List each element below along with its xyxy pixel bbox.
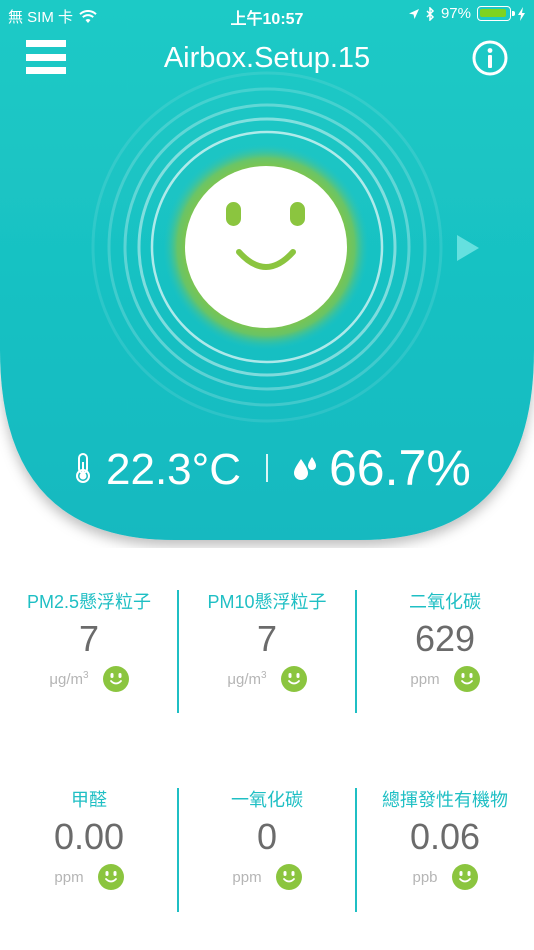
good-status-smiley-icon — [275, 864, 302, 890]
metric-value: 0 — [256, 816, 278, 857]
good-status-smiley-icon — [453, 666, 480, 692]
metric-co[interactable]: 一氧化碳 0 ppm — [178, 788, 356, 890]
metric-co2[interactable]: 二氧化碳 629 ppm — [356, 590, 534, 692]
good-status-smiley-icon — [97, 864, 124, 890]
hero-panel: 無 SIM 卡 上午10:57 97% Airbox.Setup.15 22.3… — [0, 0, 534, 548]
battery-icon — [477, 6, 515, 21]
battery-level — [480, 9, 507, 17]
metric-label: 一氧化碳 — [231, 790, 303, 810]
location-arrow-icon — [408, 8, 419, 19]
thermometer-icon — [76, 453, 90, 483]
metric-value: 629 — [414, 618, 476, 659]
metrics-grid: PM2.5懸浮粒子 7 μg/m3 PM10懸浮粒子 7 μg/m3 二氧化碳 … — [0, 580, 534, 950]
metric-label: PM10懸浮粒子 — [207, 592, 327, 612]
metric-unit: μg/m3 — [227, 670, 267, 688]
bluetooth-icon — [426, 6, 435, 21]
play-arrow-icon — [457, 235, 479, 261]
metric-tvoc[interactable]: 總揮發性有機物 0.06 ppb — [356, 788, 534, 890]
temperature-value: 22.3°C — [106, 445, 242, 494]
metric-pm10[interactable]: PM10懸浮粒子 7 μg/m3 — [178, 590, 356, 692]
info-button[interactable] — [472, 40, 508, 76]
good-status-smiley-icon — [280, 666, 307, 692]
metric-label: 總揮發性有機物 — [382, 790, 508, 810]
next-device-button[interactable] — [455, 234, 481, 262]
humidity-value: 66.7% — [329, 440, 471, 496]
metric-unit: ppm — [410, 671, 440, 688]
climate-readings: 22.3°C 66.7% — [0, 440, 534, 500]
metric-value: 0.06 — [409, 816, 481, 857]
metric-value: 0.00 — [53, 816, 125, 857]
metric-unit: ppb — [412, 869, 438, 886]
metric-pm25[interactable]: PM2.5懸浮粒子 7 μg/m3 — [0, 590, 178, 692]
metric-label: 甲醛 — [71, 790, 107, 810]
readings-divider — [266, 454, 268, 482]
humidity-drops-icon — [294, 457, 316, 480]
good-status-smiley-icon — [451, 864, 478, 890]
air-quality-face — [163, 144, 369, 350]
info-icon — [472, 40, 508, 76]
metric-label: 二氧化碳 — [409, 592, 481, 612]
metric-value: 7 — [256, 618, 278, 659]
metric-label: PM2.5懸浮粒子 — [26, 592, 152, 612]
status-bar: 無 SIM 卡 上午10:57 97% — [0, 0, 534, 30]
metric-unit: μg/m3 — [49, 670, 89, 688]
device-title: Airbox.Setup.15 — [163, 42, 371, 74]
battery-percent: 97% — [440, 5, 471, 22]
good-status-smiley-icon — [102, 666, 129, 692]
metric-unit: ppm — [232, 869, 262, 886]
metric-formaldehyde[interactable]: 甲醛 0.00 ppm — [0, 788, 178, 890]
metric-value: 7 — [78, 618, 100, 659]
charging-bolt-icon — [518, 6, 525, 21]
metric-unit: ppm — [54, 869, 84, 886]
